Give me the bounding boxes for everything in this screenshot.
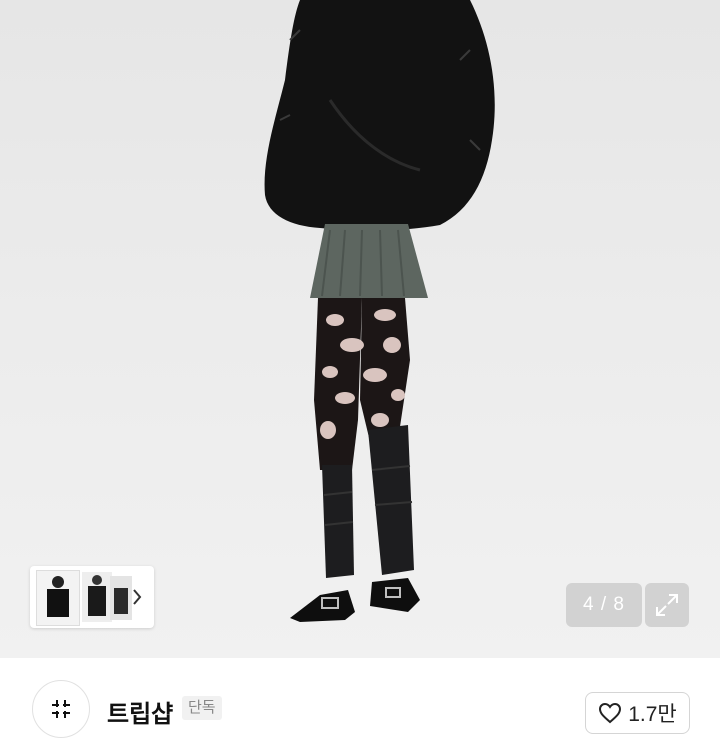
chevron-right-icon[interactable]	[126, 584, 148, 610]
thumbnail-2[interactable]	[82, 572, 112, 622]
exclusive-badge: 단독	[182, 696, 222, 720]
product-main-image[interactable]	[0, 0, 720, 658]
sparkle-cross-icon	[52, 700, 70, 718]
expand-button[interactable]	[645, 583, 689, 627]
shop-logo[interactable]	[32, 680, 90, 738]
thumbnail-strip[interactable]	[30, 566, 154, 628]
heart-outline-icon	[599, 702, 622, 724]
shop-name[interactable]: 트립샵	[107, 694, 173, 729]
model-photo	[264, 0, 495, 622]
shop-info-bar: 트립샵 단독 1.7만	[0, 658, 720, 738]
like-button[interactable]: 1.7만	[585, 692, 690, 734]
expand-icon	[656, 594, 678, 616]
like-count: 1.7만	[628, 703, 677, 726]
image-counter-text: 4 / 8	[583, 594, 625, 615]
thumbnail-1[interactable]	[36, 570, 80, 626]
image-counter: 4 / 8	[566, 583, 642, 627]
